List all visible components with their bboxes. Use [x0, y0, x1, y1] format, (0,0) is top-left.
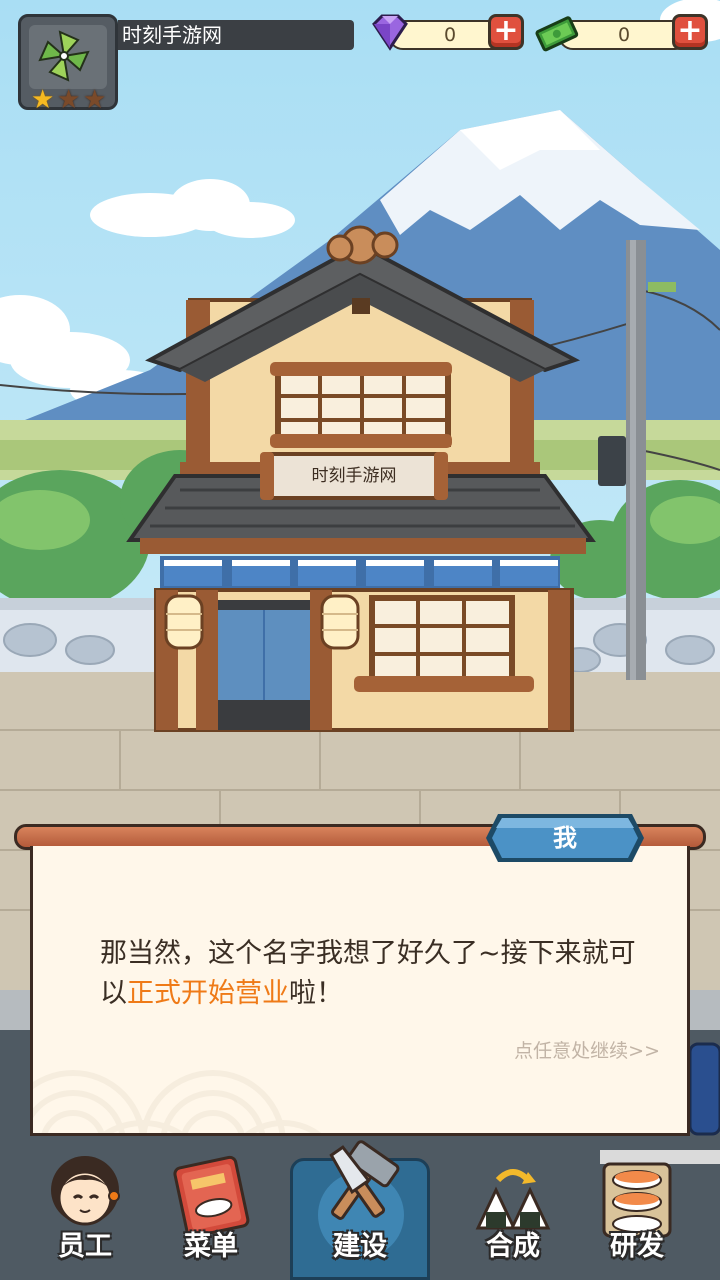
nav-menu[interactable]: 菜单 [156, 1150, 266, 1270]
nav-build[interactable]: 建设 [305, 1140, 415, 1270]
continue-hint[interactable]: 点任意处继续>> [480, 1036, 660, 1063]
dialog-text-after: 啦！ [289, 978, 343, 1009]
add-cash-button[interactable]: + [672, 14, 708, 50]
nav-label: 研发 [610, 1231, 664, 1262]
speaker-name: 我 [553, 824, 577, 852]
dialog-text: 那当然，这个名字我想了好久了~接下来就可以正式开始营业啦！ [100, 934, 640, 1014]
nav-research[interactable]: 研发 [582, 1150, 692, 1270]
nav-staff[interactable]: 员工 [30, 1150, 140, 1270]
player-name: 时刻手游网 [122, 23, 222, 47]
purple-gem-icon [372, 14, 408, 51]
pinwheel-icon [38, 30, 90, 82]
star-icon: ★ [31, 85, 55, 115]
avatar-image [29, 25, 107, 89]
nav-label: 建设 [333, 1231, 387, 1262]
nav-label: 菜单 [184, 1231, 238, 1262]
add-gems-button[interactable]: + [488, 14, 524, 50]
nav-combine[interactable]: 合成 [458, 1150, 568, 1270]
nav-label: 合成 [486, 1231, 540, 1262]
cash-bills-icon [535, 16, 579, 52]
wave-pattern [33, 1070, 322, 1133]
lantern-left [164, 594, 204, 650]
star-icon: ★ [83, 85, 107, 115]
hammer-saw-icon [329, 1140, 400, 1220]
lantern-right [320, 594, 360, 650]
star-rating: ★ ★ ★ [31, 87, 109, 113]
player-name-bar: 时刻手游网 [118, 20, 354, 50]
dialog-text-highlight: 正式开始营业 [127, 978, 289, 1009]
shop-sign: 时刻手游网 [311, 466, 397, 486]
player-avatar[interactable]: ★ ★ ★ [18, 14, 118, 113]
nav-label: 员工 [58, 1231, 112, 1262]
star-icon: ★ [57, 85, 81, 115]
